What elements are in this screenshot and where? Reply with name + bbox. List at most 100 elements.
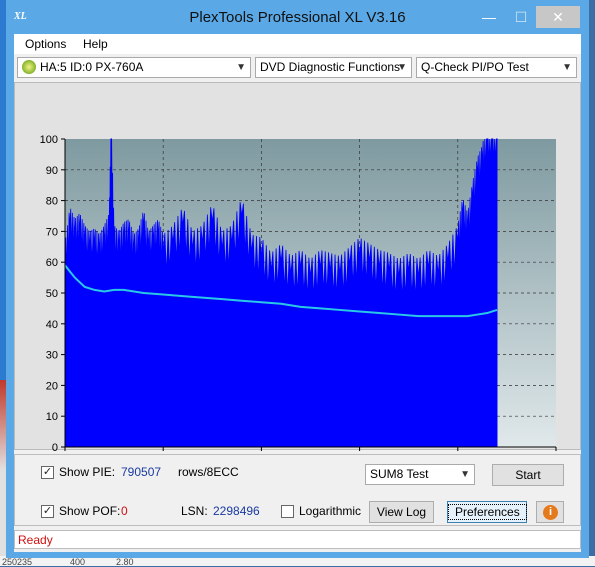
pi-error-point (133, 252, 135, 254)
pi-error-point (349, 264, 351, 266)
pi-error-point (467, 230, 469, 232)
pi-error-point (103, 243, 105, 245)
menu-bar: Options Help (14, 34, 581, 54)
sum-test-value: SUM8 Test (370, 467, 429, 481)
pie-unit: rows/8ECC (178, 465, 239, 479)
y-tick-label: 80 (46, 196, 58, 208)
pi-error-point (108, 230, 110, 232)
pi-error-point (172, 243, 174, 245)
pi-error-point (280, 261, 282, 263)
pi-error-point (378, 267, 380, 269)
pi-error-point (118, 249, 120, 251)
logarithmic-label: Logarithmic (299, 504, 362, 518)
function-select[interactable]: DVD Diagnostic Functions ▼ (255, 57, 412, 78)
function-select-value: DVD Diagnostic Functions (260, 60, 401, 74)
chevron-down-icon: ▼ (562, 62, 572, 73)
lsn-label: LSN: (181, 504, 208, 518)
pi-error-point (98, 252, 100, 254)
chevron-down-icon: ▼ (460, 469, 470, 480)
chevron-down-icon: ▼ (236, 62, 246, 73)
pi-error-point (93, 246, 96, 248)
pi-error-point (211, 221, 213, 223)
status-text: Ready (18, 533, 53, 547)
y-tick-label: 10 (46, 411, 58, 423)
show-poe-checkbox[interactable]: ✓ (41, 505, 54, 518)
chart-area: 0102030405060708090100012345 (14, 82, 581, 451)
pi-error-point (157, 236, 159, 239)
pi-error-point (496, 138, 498, 140)
sum-test-select[interactable]: SUM8 Test ▼ (365, 464, 475, 485)
pi-error-point (300, 267, 302, 269)
y-tick-label: 100 (40, 134, 58, 146)
pi-error-point (398, 277, 400, 279)
pi-error-point (221, 249, 223, 251)
pi-error-point (447, 261, 449, 263)
maximize-button[interactable]: ☐ (506, 6, 536, 28)
pi-error-chart: 0102030405060708090100012345 (40, 134, 557, 451)
test-select[interactable]: Q-Check PI/PO Test ▼ (416, 57, 577, 78)
maximize-icon: ☐ (514, 9, 528, 25)
pi-error-point (476, 175, 479, 177)
pi-error-point (290, 273, 292, 276)
app-window: XL PlexTools Professional XL V3.16 — ☐ ✕… (6, 0, 589, 558)
pi-error-point (147, 249, 150, 251)
status-bar: Ready (14, 530, 581, 549)
y-tick-label: 50 (46, 288, 58, 300)
title-bar[interactable]: XL PlexTools Professional XL V3.16 — ☐ ✕ (6, 0, 589, 34)
menu-options-label: Options (25, 37, 67, 51)
minimize-icon: — (482, 9, 496, 25)
pi-error-point (481, 163, 483, 165)
pi-error-point (388, 270, 390, 273)
pie-value: 790507 (121, 465, 162, 479)
start-button[interactable]: Start (492, 464, 564, 486)
minimize-button[interactable]: — (474, 6, 504, 28)
options-panel: ✓ Show PIE: 790507 rows/8ECC SUM8 Test ▼… (14, 454, 581, 526)
pi-error-point (138, 246, 140, 248)
pi-error-point (462, 215, 464, 217)
y-tick-label: 30 (46, 350, 58, 362)
drive-select-value: HA:5 ID:0 PX-760A (40, 60, 144, 74)
pi-error-point (142, 227, 145, 229)
pi-error-point (270, 270, 272, 273)
drive-icon (22, 60, 36, 74)
view-log-button[interactable]: View Log (369, 501, 434, 523)
chevron-down-icon: ▼ (397, 62, 407, 73)
pi-error-point (241, 215, 243, 217)
menu-options[interactable]: Options (25, 37, 66, 51)
info-button[interactable]: i (536, 501, 564, 523)
pi-error-point (408, 270, 410, 273)
y-tick-label: 70 (46, 226, 58, 238)
menu-help[interactable]: Help (83, 37, 108, 51)
logarithmic-checkbox[interactable] (281, 505, 294, 518)
pi-error-point (162, 252, 164, 254)
preferences-button[interactable]: Preferences (447, 501, 527, 523)
pi-error-point (201, 243, 204, 245)
pi-error-point (123, 240, 125, 242)
pi-error-point (152, 243, 154, 245)
preferences-label: Preferences (448, 504, 527, 520)
pi-error-point (319, 267, 321, 269)
pi-error-point (260, 255, 262, 257)
pi-error-point (471, 200, 474, 202)
drive-select[interactable]: HA:5 ID:0 PX-760A ▼ (17, 57, 251, 78)
close-button[interactable]: ✕ (536, 6, 580, 28)
client-area: Options Help HA:5 ID:0 PX-760A ▼ DVD Dia… (14, 34, 581, 552)
pi-error-point (329, 270, 331, 273)
pi-error-point (309, 277, 312, 279)
show-pie-checkbox[interactable]: ✓ (41, 466, 54, 479)
lsn-value: 2298496 (213, 504, 260, 518)
y-tick-label: 60 (46, 257, 58, 269)
pi-error-point (110, 138, 112, 140)
test-select-value: Q-Check PI/PO Test (421, 60, 529, 74)
y-tick-label: 40 (46, 319, 58, 331)
pi-error-point (486, 138, 488, 140)
pi-error-point (491, 138, 493, 140)
y-tick-label: 0 (52, 442, 58, 451)
pi-error-point (182, 224, 184, 226)
pi-error-point (231, 243, 233, 245)
pi-error-point (359, 255, 361, 257)
pi-error-point (79, 230, 81, 232)
pi-error-point (113, 243, 115, 245)
y-tick-label: 20 (46, 380, 58, 392)
show-pie-label: Show PIE: (59, 465, 116, 479)
